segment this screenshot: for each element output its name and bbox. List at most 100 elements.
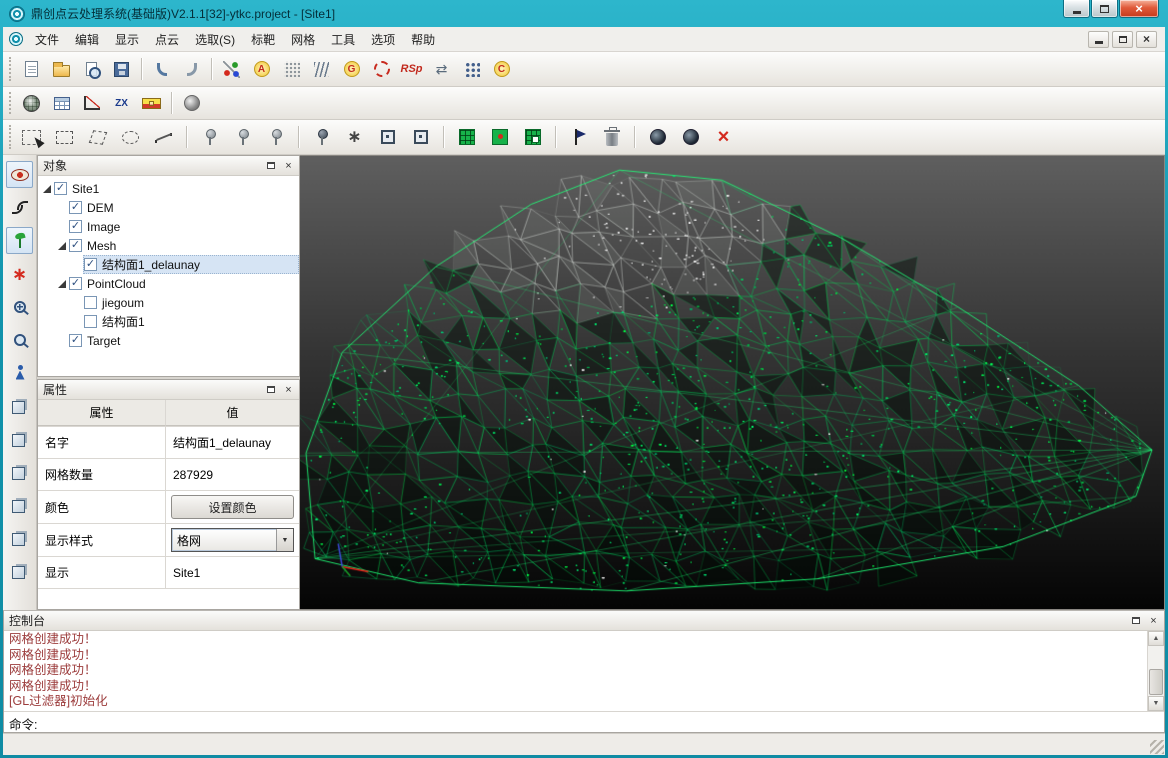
annotation-a-button[interactable]: A (248, 56, 275, 83)
eye-view-button[interactable] (6, 161, 33, 188)
clip-box-6-button[interactable] (6, 557, 33, 584)
mesh-edit-button[interactable] (519, 124, 546, 151)
console-close-button[interactable]: × (1146, 613, 1161, 628)
checkbox-结构面1_delaunay[interactable]: ✓ (84, 258, 97, 271)
sphere-dark-1-button[interactable] (644, 124, 671, 151)
select-cursor-button[interactable] (18, 124, 45, 151)
ellipse-select-button[interactable] (117, 124, 144, 151)
pin-4-button[interactable] (308, 124, 335, 151)
set-color-button[interactable]: 设置颜色 (171, 495, 294, 519)
close-button[interactable]: × (1119, 0, 1159, 18)
open-file-button[interactable] (48, 56, 75, 83)
pick-sprout-button[interactable] (6, 227, 33, 254)
delete-item-button[interactable] (598, 124, 625, 151)
menu-item-3[interactable]: 显示 (107, 27, 147, 52)
new-file-button[interactable] (18, 56, 45, 83)
command-input[interactable]: 命令: (4, 712, 1164, 732)
point-grid-button[interactable] (278, 56, 305, 83)
checkbox-Image[interactable]: ✓ (69, 220, 82, 233)
properties-panel-float-button[interactable] (263, 382, 278, 397)
branch-expand-icon[interactable] (55, 280, 68, 288)
scroll-track[interactable] (1148, 646, 1164, 696)
tree-item-结构面1_delaunay[interactable]: ✓结构面1_delaunay (38, 255, 299, 274)
tree-item-jiegoum[interactable]: jiegoum (38, 293, 299, 312)
annotation-c-button[interactable]: C (488, 56, 515, 83)
tree-item-Target[interactable]: ✓Target (38, 331, 299, 350)
line-select-button[interactable] (150, 124, 177, 151)
rect-select-button[interactable] (51, 124, 78, 151)
flag-mark-button[interactable] (565, 124, 592, 151)
globe-view-button[interactable] (18, 90, 45, 117)
checkbox-PointCloud[interactable]: ✓ (69, 277, 82, 290)
menu-item-8[interactable]: 工具 (323, 27, 363, 52)
display-style-combobox[interactable]: 格网▼ (171, 528, 294, 552)
menu-item-7[interactable]: 网格 (283, 27, 323, 52)
pin-2-button[interactable] (229, 124, 256, 151)
save-button[interactable] (108, 56, 135, 83)
render-sphere-button[interactable] (178, 90, 205, 117)
console-float-button[interactable] (1128, 613, 1143, 628)
section-lines-button[interactable] (308, 56, 335, 83)
console-scrollbar[interactable]: ▲ ▼ (1147, 631, 1164, 711)
viewport-canvas[interactable] (300, 156, 1164, 609)
grid-table-button[interactable] (48, 90, 75, 117)
tree-item-结构面1[interactable]: 结构面1 (38, 312, 299, 331)
burst-mark-button[interactable]: ∗ (341, 124, 368, 151)
scroll-thumb[interactable] (1149, 669, 1163, 695)
minimize-button[interactable] (1063, 0, 1090, 18)
toolbar-grip[interactable] (9, 92, 13, 114)
matrix-points-button[interactable] (458, 56, 485, 83)
menu-item-2[interactable]: 编辑 (67, 27, 107, 52)
profile-chart-button[interactable] (78, 90, 105, 117)
tree-item-DEM[interactable]: ✓DEM (38, 198, 299, 217)
level-ruler-button[interactable] (138, 90, 165, 117)
zoom-in-button[interactable] (6, 293, 33, 320)
object-panel-close-button[interactable]: × (281, 158, 296, 173)
preview-button[interactable] (78, 56, 105, 83)
checkbox-Mesh[interactable]: ✓ (69, 239, 82, 252)
clip-box-4-button[interactable] (6, 491, 33, 518)
tree-item-PointCloud[interactable]: ✓PointCloud (38, 274, 299, 293)
branch-expand-icon[interactable] (55, 242, 68, 250)
pick-tool-button[interactable] (148, 56, 175, 83)
toolbar-grip[interactable] (9, 57, 13, 81)
mesh-pin-button[interactable] (486, 124, 513, 151)
clip-box-2-button[interactable] (6, 425, 33, 452)
checkbox-结构面1[interactable] (84, 315, 97, 328)
tree-item-Site1[interactable]: ✓Site1 (38, 179, 299, 198)
checkbox-Target[interactable]: ✓ (69, 334, 82, 347)
checkbox-DEM[interactable]: ✓ (69, 201, 82, 214)
walk-mode-button[interactable] (6, 359, 33, 386)
menu-item-4[interactable]: 点云 (147, 27, 187, 52)
object-panel-float-button[interactable] (263, 158, 278, 173)
tree-item-Image[interactable]: ✓Image (38, 217, 299, 236)
annotation-g-button[interactable]: G (338, 56, 365, 83)
cancel-red-button[interactable]: × (710, 124, 737, 151)
checkbox-jiegoum[interactable] (84, 296, 97, 309)
tree-item-Mesh[interactable]: ✓Mesh (38, 236, 299, 255)
zoom-window-button[interactable] (6, 326, 33, 353)
checkbox-Site1[interactable]: ✓ (54, 182, 67, 195)
mdi-minimize-button[interactable] (1088, 31, 1109, 48)
properties-panel-close-button[interactable]: × (281, 382, 296, 397)
menu-item-5[interactable]: 选取(S) (187, 27, 243, 52)
axis-zx-button[interactable]: ZX (108, 90, 135, 117)
clip-box-5-button[interactable] (6, 524, 33, 551)
pick-tool-2-button[interactable] (178, 56, 205, 83)
branch-expand-icon[interactable] (40, 185, 53, 193)
frame-2-button[interactable] (407, 124, 434, 151)
resize-grip[interactable] (1150, 740, 1164, 754)
star-mark-button[interactable]: ∗ (6, 260, 33, 287)
menu-item-1[interactable]: 文件 (27, 27, 67, 52)
clip-box-1-button[interactable] (6, 392, 33, 419)
scroll-down-button[interactable]: ▼ (1148, 696, 1164, 711)
profile-curve-button[interactable] (6, 194, 33, 221)
pin-1-button[interactable] (196, 124, 223, 151)
mdi-close-button[interactable]: × (1136, 31, 1157, 48)
rsp-tool-button[interactable]: RSp (398, 56, 425, 83)
circle-fit-button[interactable] (368, 56, 395, 83)
registration-button[interactable]: ⇄ (428, 56, 455, 83)
pin-3-button[interactable] (262, 124, 289, 151)
menu-item-9[interactable]: 选项 (363, 27, 403, 52)
mesh-create-button[interactable] (453, 124, 480, 151)
